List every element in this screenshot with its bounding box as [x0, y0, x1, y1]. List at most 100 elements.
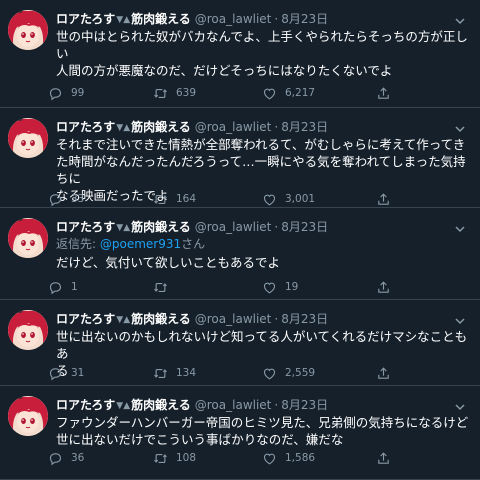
tweet[interactable]: ロアたろす▼▲筋肉鍛える @roa_lawliet · 8月23日 それまで注いできた情… — [0, 108, 480, 208]
avatar[interactable] — [8, 10, 48, 50]
tweet[interactable]: ロアたろす▼▲筋肉鍛える @roa_lawliet · 8月23日世の中はとられた奴が… — [0, 0, 480, 108]
like-button[interactable]: 1,586 — [262, 449, 315, 467]
reply-icon — [48, 280, 63, 295]
reply-count: 99 — [71, 87, 85, 99]
display-name[interactable]: ロアたろす — [56, 312, 115, 326]
tweet-date[interactable]: 8月23日 — [281, 398, 328, 412]
heart-icon — [262, 192, 277, 207]
user-handle[interactable]: @roa_lawliet — [195, 398, 272, 412]
like-count: 19 — [285, 281, 299, 293]
display-name[interactable]: ロアたろす — [56, 12, 115, 26]
chevron-down-icon[interactable] — [454, 398, 466, 411]
heart-icon — [262, 451, 277, 466]
retweet-button[interactable] — [153, 278, 176, 296]
reply-button[interactable]: 36 — [48, 449, 84, 467]
retweet-button[interactable]: 164 — [153, 190, 196, 208]
tweet-header: ロアたろす▼▲筋肉鍛える @roa_lawliet · 8月23日 — [56, 10, 328, 28]
heart-icon — [262, 366, 277, 381]
header-separator: · — [274, 12, 279, 26]
reply-count: 33 — [71, 193, 85, 205]
tweet-text: ファウンダーハンバーガー帝国のヒミツ見た、兄弟側の気持ちになるけど 世に出ないだ… — [56, 415, 469, 447]
header-separator: · — [274, 220, 279, 234]
reply-suffix: さん — [181, 237, 206, 251]
retweet-count: 108 — [176, 452, 197, 464]
display-name-suffix[interactable]: 筋肉鍛える — [131, 12, 191, 26]
reply-mention-link[interactable]: @poemer931 — [100, 237, 181, 251]
tweet-text: 世の中はとられた奴がバカなんでよ、上手くやられたらそっちの方が正し い 人間の方… — [56, 29, 468, 78]
display-name[interactable]: ロアたろす — [56, 220, 115, 234]
like-button[interactable]: 3,001 — [262, 190, 315, 208]
tweet-header: ロアたろす▼▲筋肉鍛える @roa_lawliet · 8月23日 — [56, 118, 328, 136]
retweet-count: 639 — [176, 87, 197, 99]
retweet-count: 164 — [176, 193, 197, 205]
like-count: 1,586 — [285, 452, 316, 464]
share-button[interactable] — [376, 449, 391, 467]
tweet-header: ロアたろす▼▲筋肉鍛える @roa_lawliet · 8月23日 — [56, 218, 328, 236]
avatar[interactable] — [8, 310, 48, 350]
display-name[interactable]: ロアたろす — [56, 398, 115, 412]
bat-emoji-icon: ▼▲ — [116, 123, 131, 133]
display-name-suffix[interactable]: 筋肉鍛える — [131, 398, 191, 412]
chevron-down-icon[interactable] — [454, 312, 466, 325]
tweet-actions: 99 639 6,217 — [48, 84, 448, 102]
header-separator: · — [274, 120, 279, 134]
tweet-date[interactable]: 8月23日 — [281, 312, 328, 326]
tweet-actions: 33 164 3,001 — [48, 190, 448, 208]
share-icon — [376, 86, 391, 101]
share-button[interactable] — [376, 190, 391, 208]
like-button[interactable]: 6,217 — [262, 84, 315, 102]
retweet-button[interactable]: 108 — [153, 449, 196, 467]
like-button[interactable]: 2,559 — [262, 364, 315, 382]
tweet-date[interactable]: 8月23日 — [281, 120, 328, 134]
user-handle[interactable]: @roa_lawliet — [195, 312, 272, 326]
header-separator: · — [274, 398, 279, 412]
share-button[interactable] — [376, 278, 391, 296]
tweet-date[interactable]: 8月23日 — [281, 220, 328, 234]
display-name-suffix[interactable]: 筋肉鍛える — [131, 220, 191, 234]
reply-count: 36 — [71, 452, 85, 464]
tweet-header: ロアたろす▼▲筋肉鍛える @roa_lawliet · 8月23日 — [56, 310, 328, 328]
bat-emoji-icon: ▼▲ — [116, 315, 131, 325]
chevron-down-icon[interactable] — [454, 12, 466, 25]
user-handle[interactable]: @roa_lawliet — [195, 12, 272, 26]
tweet[interactable]: ロアたろす▼▲筋肉鍛える @roa_lawliet · 8月23日 返信先: @poem… — [0, 208, 480, 300]
share-button[interactable] — [376, 84, 391, 102]
retweet-icon — [153, 366, 168, 381]
tweet-date[interactable]: 8月23日 — [281, 12, 328, 26]
retweet-icon — [153, 86, 168, 101]
display-name[interactable]: ロアたろす — [56, 120, 115, 134]
tweet-text: だけど、気付いて欲しいこともあるでよ — [56, 255, 281, 270]
share-icon — [376, 451, 391, 466]
header-separator: · — [274, 312, 279, 326]
reply-button[interactable]: 1 — [48, 278, 78, 296]
like-button[interactable]: 19 — [262, 278, 298, 296]
tweet[interactable]: ロアたろす▼▲筋肉鍛える @roa_lawliet · 8月23日ファウンダーハンバー… — [0, 386, 480, 480]
heart-icon — [262, 280, 277, 295]
avatar[interactable] — [8, 396, 48, 436]
chevron-down-icon[interactable] — [454, 220, 466, 233]
reply-button[interactable]: 31 — [48, 364, 84, 382]
reply-button[interactable]: 99 — [48, 84, 84, 102]
retweet-button[interactable]: 134 — [153, 364, 196, 382]
reply-icon — [48, 451, 63, 466]
avatar[interactable] — [8, 118, 48, 158]
timeline: ロアたろす▼▲筋肉鍛える @roa_lawliet · 8月23日 世の中はとられた奴が… — [0, 0, 480, 480]
retweet-button[interactable]: 639 — [153, 84, 196, 102]
share-button[interactable] — [376, 364, 391, 382]
reply-count: 31 — [71, 367, 85, 379]
tweet-actions: 31 134 2,559 — [48, 364, 448, 382]
user-handle[interactable]: @roa_lawliet — [195, 220, 272, 234]
bat-emoji-icon: ▼▲ — [116, 401, 131, 411]
display-name-suffix[interactable]: 筋肉鍛える — [131, 312, 191, 326]
reply-prefix: 返信先: — [56, 237, 100, 251]
retweet-icon — [153, 451, 168, 466]
reply-icon — [48, 192, 63, 207]
chevron-down-icon[interactable] — [454, 120, 466, 133]
bat-emoji-icon: ▼▲ — [116, 15, 131, 25]
user-handle[interactable]: @roa_lawliet — [195, 120, 272, 134]
like-count: 2,559 — [285, 367, 316, 379]
tweet[interactable]: ロアたろす▼▲筋肉鍛える @roa_lawliet · 8月23日 世に出ないのかもしれ… — [0, 300, 480, 386]
display-name-suffix[interactable]: 筋肉鍛える — [131, 120, 191, 134]
avatar[interactable] — [8, 218, 48, 258]
reply-button[interactable]: 33 — [48, 190, 84, 208]
